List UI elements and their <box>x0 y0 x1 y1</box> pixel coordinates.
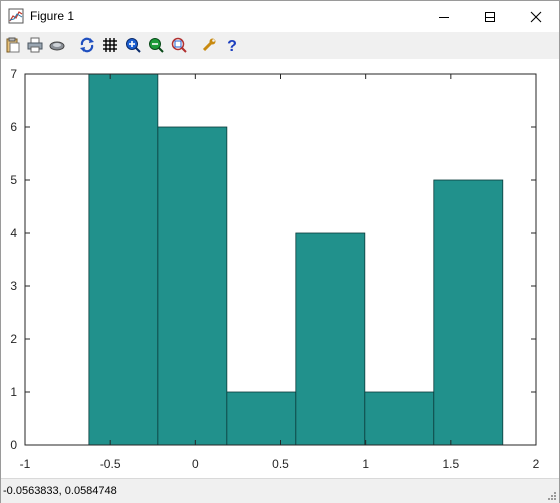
y-tick-label: 5 <box>10 173 17 187</box>
autoscale-icon <box>171 37 187 53</box>
x-tick-label: -0.5 <box>100 457 121 471</box>
copy-icon <box>6 37 20 53</box>
maximize-button[interactable] <box>467 1 513 32</box>
close-button[interactable] <box>513 1 559 32</box>
histogram-bar <box>157 126 228 446</box>
y-tick-label: 0 <box>10 438 17 452</box>
zoom-in-icon <box>126 38 141 53</box>
status-bar: -0.0563833, 0.0584748 <box>1 478 559 503</box>
print-icon <box>27 37 43 53</box>
x-tick-label: 1.5 <box>442 457 459 471</box>
zoom-out-icon <box>149 38 164 53</box>
y-tick-label: 7 <box>10 67 17 81</box>
preview-icon <box>49 41 65 51</box>
settings-icon <box>202 38 216 52</box>
minimize-button-2[interactable] <box>421 1 467 32</box>
y-tick-label: 4 <box>10 226 17 240</box>
grid-button[interactable] <box>101 36 119 54</box>
autoscale-button[interactable] <box>170 36 188 54</box>
zoom-out-button[interactable] <box>147 36 165 54</box>
grid-icon <box>103 38 117 52</box>
svg-text:?: ? <box>227 38 237 53</box>
preview-button[interactable] <box>48 36 66 54</box>
histogram-bar <box>295 232 366 446</box>
y-tick-label: 6 <box>10 120 17 134</box>
figure-window: Figure 1 ? -1 -0.5 0 0.5 1 1.5 2 0 1 2 3… <box>0 0 560 503</box>
x-tick-label: 2 <box>533 457 540 471</box>
rotate-icon <box>80 37 94 53</box>
settings-button[interactable] <box>200 36 218 54</box>
histogram-bar <box>364 391 435 446</box>
plot-area[interactable]: -1 -0.5 0 0.5 1 1.5 2 0 1 2 3 4 5 6 7 <box>1 59 559 477</box>
x-tick-label: 0 <box>192 457 199 471</box>
zoom-in-button[interactable] <box>124 36 142 54</box>
cursor-coordinates: -0.0563833, 0.0584748 <box>3 485 117 497</box>
rotate-button[interactable] <box>78 36 96 54</box>
close-icon <box>530 11 542 22</box>
histogram-bar <box>433 179 504 446</box>
window-title: Figure 1 <box>30 9 75 23</box>
x-tick-label: 1 <box>362 457 369 471</box>
histogram-chart[interactable]: -1 -0.5 0 0.5 1 1.5 2 0 1 2 3 4 5 6 7 <box>1 59 559 477</box>
histogram-bar <box>226 391 297 446</box>
y-tick-label: 1 <box>10 385 17 399</box>
maximize-icon <box>485 11 495 22</box>
help-button[interactable]: ? <box>223 36 241 54</box>
x-tick-label: 0.5 <box>272 457 289 471</box>
print-button[interactable] <box>26 36 44 54</box>
y-tick-label: 2 <box>10 332 17 346</box>
resize-grip-icon[interactable] <box>547 491 557 501</box>
minimize-icon <box>439 16 449 18</box>
bars-group <box>88 73 504 446</box>
figure-toolbar: ? <box>1 32 559 60</box>
title-bar[interactable]: Figure 1 <box>1 1 559 32</box>
x-tick-label: -1 <box>20 457 31 471</box>
copy-button[interactable] <box>4 36 22 54</box>
help-icon: ? <box>227 38 237 53</box>
histogram-bar <box>88 73 159 446</box>
y-tick-label: 3 <box>10 279 17 293</box>
figure-app-icon <box>8 8 24 24</box>
